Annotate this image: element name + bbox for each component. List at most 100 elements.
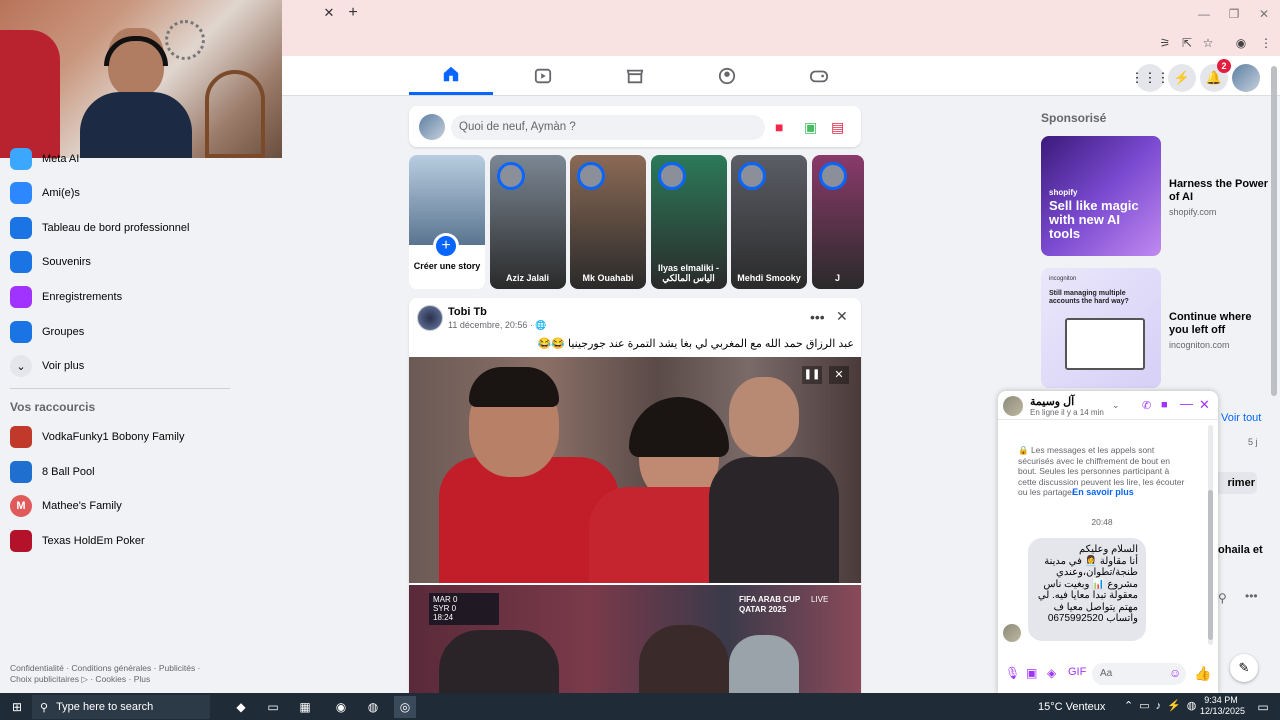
contacts-search-icon[interactable]: ⚲ <box>1218 591 1227 605</box>
sidebar-item-0[interactable]: Meta AI <box>10 145 79 173</box>
app-icon[interactable]: ◉ <box>330 696 352 718</box>
minimize-chat-icon[interactable]: — <box>1180 396 1193 411</box>
install-app-icon[interactable]: ⇱ <box>1179 35 1195 51</box>
photo-icon[interactable]: ▣ <box>804 119 817 136</box>
learn-more-link[interactable]: En savoir plus <box>1018 487 1188 497</box>
weather-widget[interactable]: 15°C Venteux <box>1038 701 1105 713</box>
obs-icon[interactable]: ◍ <box>362 696 384 718</box>
new-message-button[interactable]: ✎ <box>1230 654 1258 682</box>
attach-photo-icon[interactable]: ▣ <box>1026 666 1037 680</box>
tab-gaming[interactable] <box>777 56 861 95</box>
taskbar-search-placeholder: Type here to search <box>56 701 154 713</box>
post-options-icon[interactable]: ••• <box>810 309 825 325</box>
browser-menu-icon[interactable]: ⋮ <box>1258 35 1274 51</box>
lock-icon: 🔒 <box>1018 445 1031 455</box>
create-story-card[interactable]: + Créer une story <box>409 155 485 289</box>
contact-name-partial[interactable]: lohaila et <box>1215 544 1263 556</box>
contacts-options-icon[interactable]: ••• <box>1245 589 1258 603</box>
chat-contact-name[interactable]: آل وسيمة <box>1030 395 1074 408</box>
video-call-icon[interactable]: ■ <box>1161 399 1168 411</box>
sidebar-item-4[interactable]: Enregistrements <box>10 283 122 311</box>
chat-scrollbar-thumb[interactable] <box>1208 490 1213 640</box>
story-card[interactable]: J <box>811 155 864 289</box>
story-card[interactable]: Mehdi Smooky <box>731 155 807 289</box>
woman-hair <box>629 397 729 457</box>
story-card[interactable]: Mk Ouahabi <box>570 155 646 289</box>
account-avatar[interactable] <box>1232 64 1260 92</box>
composer-avatar <box>419 114 445 140</box>
page-scrollbar[interactable] <box>1271 66 1277 396</box>
reel-icon[interactable]: ▤ <box>831 119 844 136</box>
post-image-1[interactable]: ❚❚ ✕ <box>409 357 861 583</box>
window-minimize-button[interactable]: — <box>1194 6 1214 22</box>
sidebar-item-label: Ami(e)s <box>42 187 80 199</box>
window-close-button[interactable]: ✕ <box>1254 6 1274 22</box>
ad-text-2[interactable]: Continue where you left off incogniton.c… <box>1169 311 1269 350</box>
ad-text-1[interactable]: Harness the Power of AI shopify.com <box>1169 178 1269 217</box>
ad-image-2[interactable]: incogniton Still managing multiple accou… <box>1041 268 1161 388</box>
window-maximize-button[interactable]: ❐ <box>1224 6 1244 22</box>
tab-close-button[interactable]: ✕ <box>322 6 336 20</box>
chrome-taskbar-icon[interactable]: ◎ <box>394 696 416 718</box>
shortcut-label: Texas HoldEm Poker <box>42 535 145 547</box>
tab-marketplace[interactable] <box>593 56 677 95</box>
composer-input[interactable]: Quoi de neuf, Aymàn ? <box>451 115 765 140</box>
post-author-avatar[interactable] <box>417 305 443 331</box>
bookmark-star-icon[interactable]: ☆ <box>1200 35 1216 51</box>
pause-icon[interactable]: ❚❚ <box>802 366 822 384</box>
chat-message-bubble[interactable]: السلام وعليكم أنا مقاولة 👩‍💼 في مدينة طن… <box>1028 538 1146 641</box>
footer-links-2[interactable]: Choix publicitaires ▷ · Cookies · Plus <box>10 674 270 685</box>
file-explorer-icon[interactable]: ▭ <box>262 696 284 718</box>
shortcut-item-0[interactable]: VodkaFunky1 Bobony Family <box>10 423 184 451</box>
shortcut-icon <box>10 426 32 448</box>
live-video-icon[interactable]: ■ <box>775 119 783 135</box>
sidebar-item-5[interactable]: Groupes <box>10 318 84 346</box>
emoji-icon[interactable]: ☺ <box>1169 666 1181 680</box>
close-chat-icon[interactable]: ✕ <box>1199 397 1210 413</box>
audio-call-icon[interactable]: ✆ <box>1142 399 1151 412</box>
post-author[interactable]: Tobi Tb <box>448 306 487 318</box>
sidebar-item-3[interactable]: Souvenirs <box>10 248 91 276</box>
footer-links-1[interactable]: Confidentialité · Conditions générales ·… <box>10 663 270 674</box>
sidebar-item-1[interactable]: Ami(e)s <box>10 179 80 207</box>
sidebar-item-6[interactable]: ⌄ Voir plus <box>10 352 84 380</box>
notification-center-icon[interactable]: ▭ <box>1252 696 1274 718</box>
new-tab-button[interactable]: + <box>345 5 361 21</box>
close-video-icon[interactable]: ✕ <box>829 366 849 384</box>
see-all-link[interactable]: Voir tout <box>1221 412 1261 424</box>
tab-video[interactable] <box>501 56 585 95</box>
microphone-icon[interactable]: 🎙 <box>1005 666 1020 680</box>
behind-button[interactable]: rimer <box>1215 472 1257 494</box>
chat-avatar[interactable] <box>1003 396 1023 416</box>
shortcut-item-2[interactable]: M Mathee's Family <box>10 492 122 520</box>
man-hair <box>469 367 559 407</box>
ad-image-1[interactable]: shopify Sell like magic with new AI tool… <box>1041 136 1161 256</box>
store-icon[interactable]: ▦ <box>294 696 316 718</box>
taskbar-clock[interactable]: 9:34 PM 12/13/2025 <box>1200 695 1245 717</box>
profile-icon[interactable]: ◉ <box>1233 35 1249 51</box>
tab-groups[interactable] <box>685 56 769 95</box>
translate-icon[interactable]: ⚞ <box>1157 35 1173 51</box>
tab-home[interactable] <box>409 56 493 95</box>
story-card[interactable]: Aziz Jalali <box>489 155 566 289</box>
thumbs-up-icon[interactable]: 👍 <box>1194 665 1211 682</box>
messenger-button[interactable]: ⚡ <box>1168 64 1196 92</box>
chat-chevron-down-icon[interactable]: ⌄ <box>1112 400 1120 411</box>
story-card[interactable]: Ilyas elmaliki - الياس المالكي <box>650 155 727 289</box>
system-tray-icons[interactable]: ⌃▭♪⚡◍ <box>1124 699 1202 712</box>
copilot-icon[interactable]: ◆ <box>230 696 252 718</box>
gif-icon[interactable]: GIF <box>1068 666 1086 678</box>
shortcut-item-1[interactable]: 8 Ball Pool <box>10 458 95 486</box>
sidebar-item-label: Enregistrements <box>42 291 123 303</box>
story-avatar <box>657 162 686 190</box>
sidebar-item-2[interactable]: Tableau de bord professionnel <box>10 214 189 242</box>
post-hide-icon[interactable]: ✕ <box>836 308 848 325</box>
post-image-2[interactable]: MAR 0 SYR 0 18:24 FIFA ARAB CUP QATAR 20… <box>409 585 861 693</box>
windows-start-icon[interactable]: ⊞ <box>6 696 28 718</box>
shortcut-icon: M <box>10 495 32 517</box>
sticker-icon[interactable]: ◈ <box>1047 666 1056 680</box>
menu-grid-button[interactable]: ⋮⋮⋮ <box>1131 64 1170 92</box>
post-time[interactable]: 11 décembre, 20:56 · 🌐 <box>448 320 547 331</box>
taskbar-search[interactable]: ⚲ Type here to search <box>32 695 210 719</box>
shortcut-item-3[interactable]: Texas HoldEm Poker <box>10 527 145 555</box>
